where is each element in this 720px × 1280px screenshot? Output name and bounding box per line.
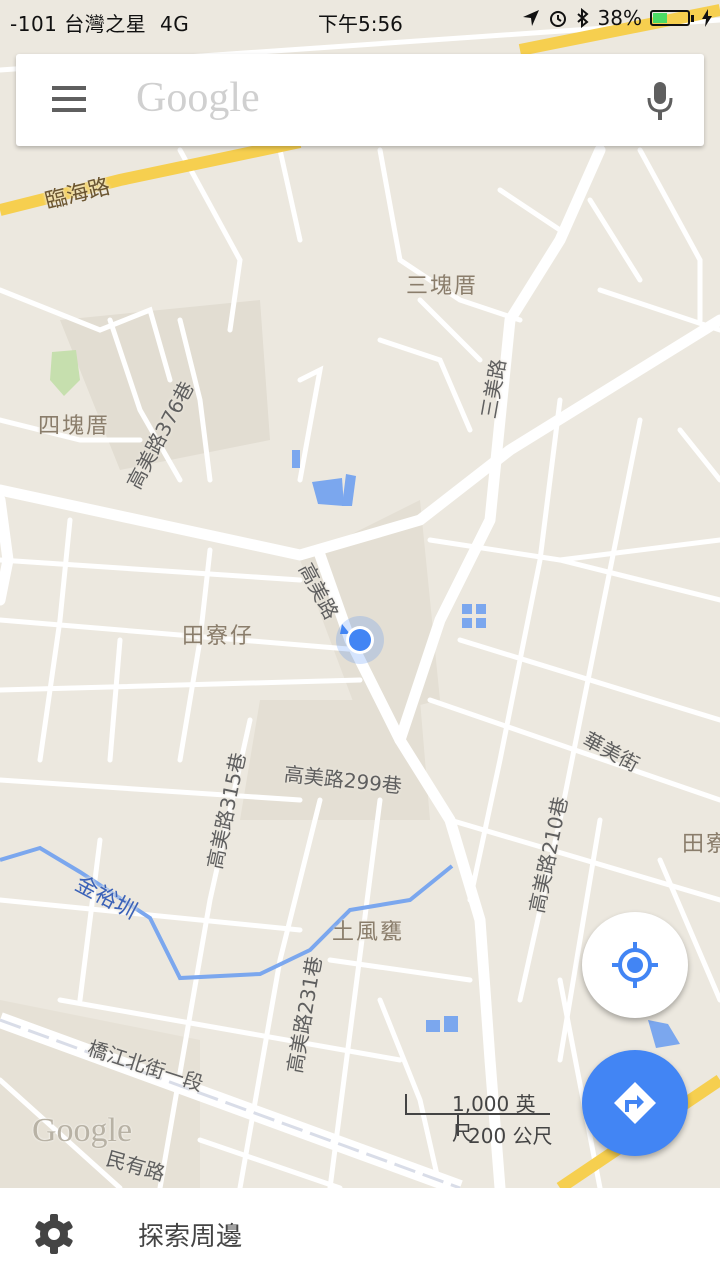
location-arrow-icon	[522, 10, 539, 26]
bluetooth-icon	[576, 8, 589, 28]
place-label-tian-edge: 田寮	[682, 832, 720, 857]
search-input[interactable]: Google	[136, 74, 260, 122]
my-location-button[interactable]	[582, 912, 688, 1018]
map-canvas[interactable]: 臨海路 三塊厝 四塊厝 高美路376巷 三美路 高美路 田寮仔 華美街 高美路2…	[0, 0, 720, 1188]
status-bar: -101 台灣之星 4G 下午5:56 38%	[0, 0, 720, 40]
menu-icon[interactable]	[52, 86, 86, 112]
status-carrier: -101 台灣之星 4G	[10, 12, 190, 36]
status-time: 下午5:56	[318, 12, 403, 36]
directions-icon	[614, 1082, 656, 1124]
directions-button[interactable]	[582, 1050, 688, 1156]
battery-icon	[650, 10, 690, 26]
charging-icon	[702, 9, 712, 27]
place-label-tianliaozai: 田寮仔	[182, 624, 255, 649]
microphone-icon[interactable]	[646, 80, 674, 122]
place-label-tufengjiao: 土風甕	[332, 920, 405, 945]
place-label-sankuaicuo: 三塊厝	[406, 274, 479, 299]
bottom-bar[interactable]: 探索周邊	[0, 1188, 720, 1280]
my-location-icon	[612, 942, 658, 988]
current-location-marker	[336, 616, 384, 664]
explore-nearby-label: 探索周邊	[138, 1222, 243, 1252]
alarm-icon	[549, 11, 566, 27]
google-watermark: Google	[32, 1112, 133, 1149]
gear-icon	[35, 1214, 73, 1254]
place-label-sikuaicuo: 四塊厝	[38, 414, 111, 439]
battery-percent: 38%	[597, 6, 642, 30]
scale-metric: 200 公尺	[468, 1124, 553, 1148]
map-scale: 1,000 英尺 200 公尺	[404, 1088, 554, 1148]
search-bar[interactable]: Google	[16, 54, 704, 146]
